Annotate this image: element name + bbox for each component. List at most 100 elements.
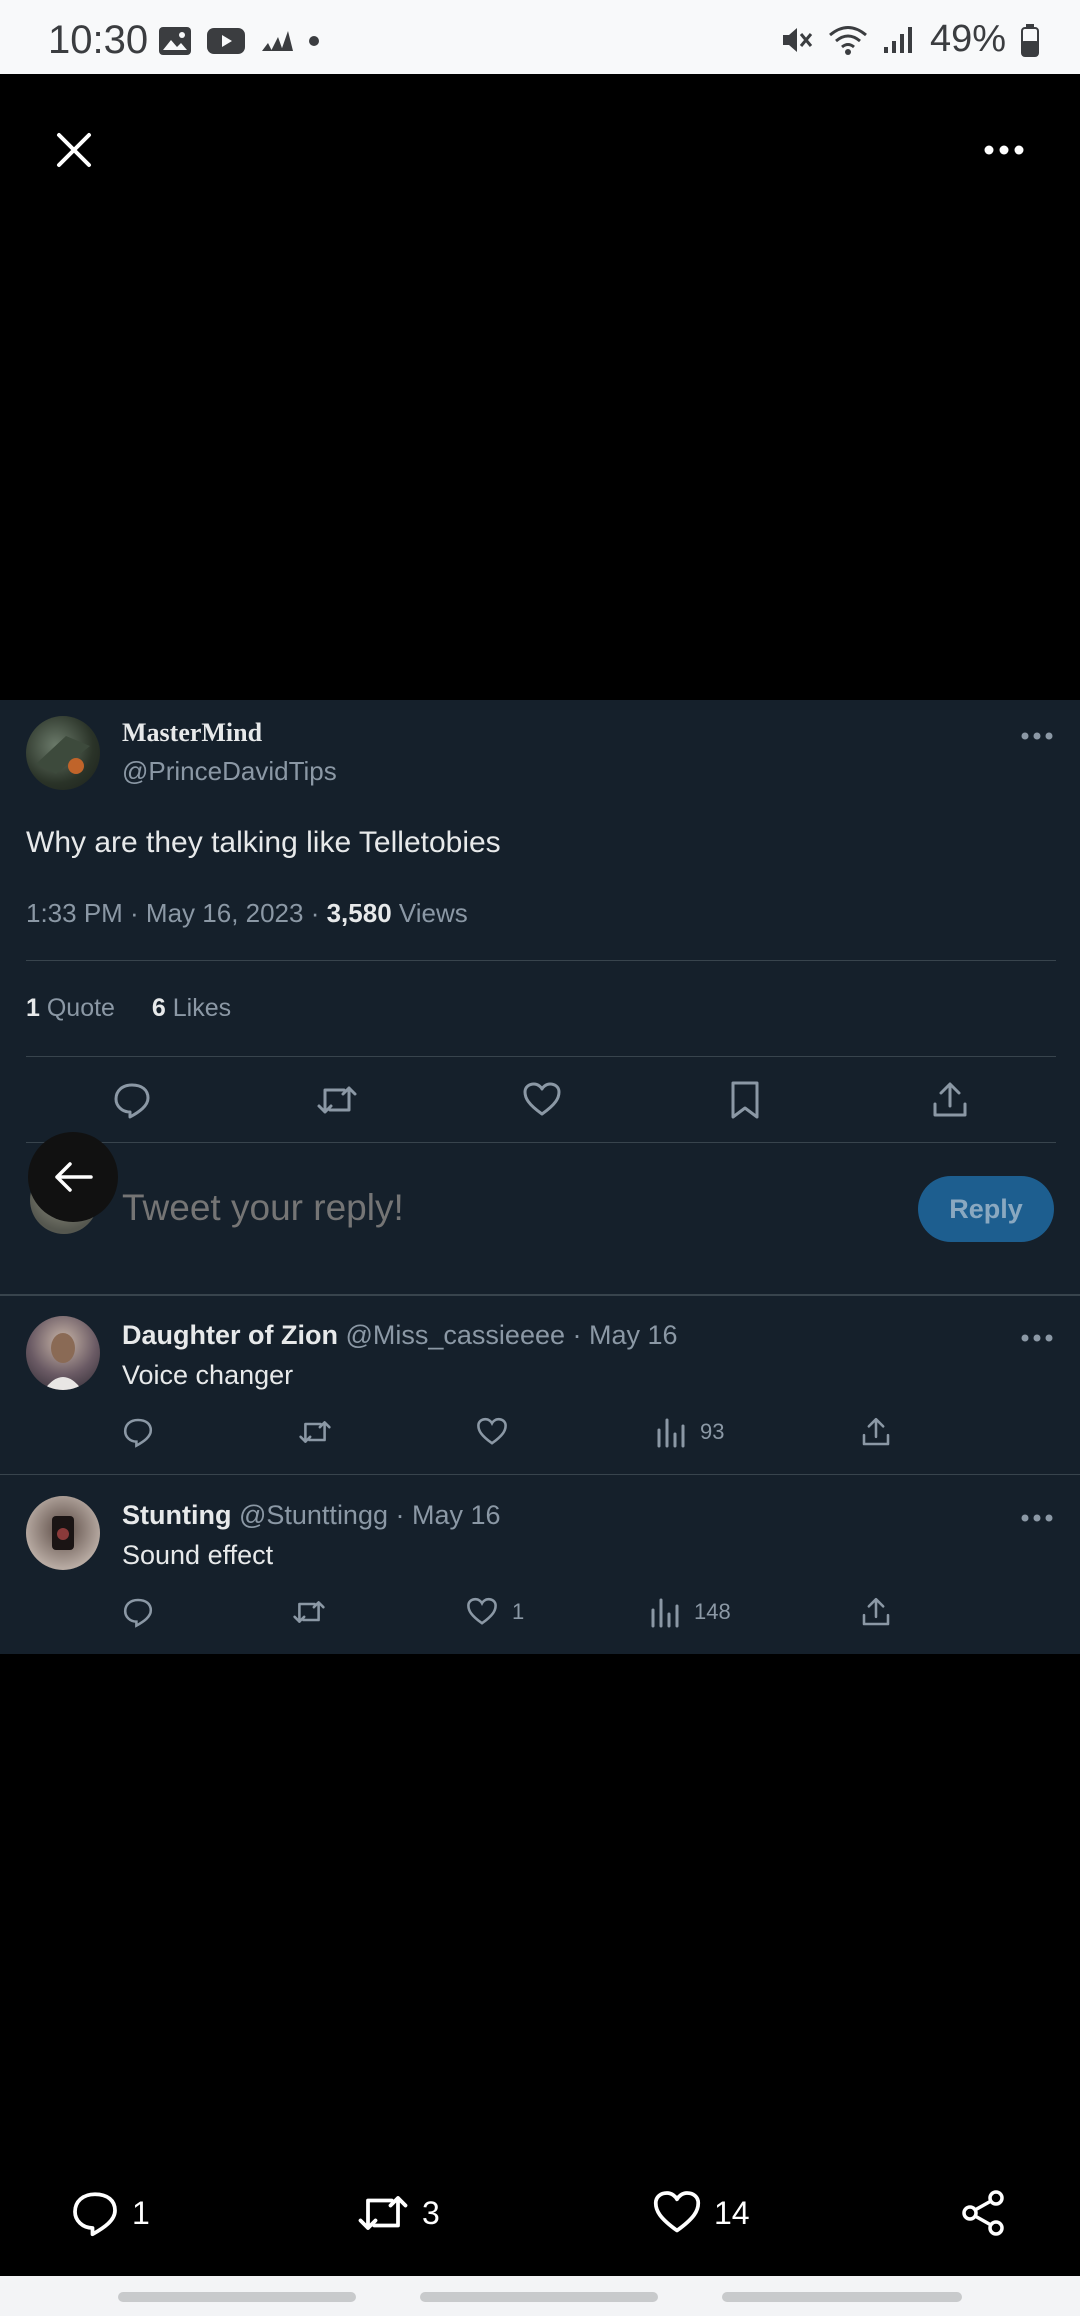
mute-icon [782, 27, 813, 52]
bottom-share-action[interactable] [958, 2188, 1008, 2238]
reply-views-count: 93 [700, 1419, 725, 1444]
reply-avatar[interactable] [26, 1496, 100, 1570]
reply-icon [123, 1418, 153, 1448]
quote-stat[interactable]: 1 Quote [26, 994, 115, 1022]
views-count: 3,580 [326, 898, 392, 928]
tweet-timestamp: 1:33 PM · May 16, 2023 · [26, 898, 327, 928]
retweet-icon [358, 2196, 408, 2230]
reply-item[interactable]: Daughter of Zion @Miss_cassieeee · May 1… [0, 1296, 1080, 1474]
analytics-icon [651, 1598, 679, 1628]
battery-percent: 49% [929, 18, 1006, 60]
reply-icon [114, 1083, 150, 1119]
more-icon [984, 145, 1024, 155]
bottom-reply-action[interactable]: 1 [70, 2188, 150, 2238]
divider [26, 960, 1056, 961]
reply-item[interactable]: Stunting @Stunttingg · May 16 Sound effe… [0, 1476, 1080, 1654]
reply-retweet-action[interactable] [292, 1596, 326, 1628]
likes-stat[interactable]: 6 Likes [152, 994, 231, 1022]
divider [0, 1474, 1080, 1475]
status-time: 10:30 [48, 18, 149, 62]
retweet-icon [299, 1421, 331, 1443]
arrow-left-icon [55, 1162, 93, 1192]
reply-header: Stunting @Stunttingg · May 16 [122, 1500, 501, 1531]
divider [26, 1056, 1056, 1057]
like-action[interactable] [522, 1080, 562, 1120]
adidas-icon [262, 31, 293, 51]
reply-like-action[interactable]: 1 [466, 1596, 524, 1628]
reply-author-handle[interactable]: @Miss_cassieeee [346, 1320, 566, 1350]
tweet-card: MasterMind @PrinceDavidTips Why are they… [0, 700, 1080, 1654]
reply-retweet-action[interactable] [298, 1416, 332, 1448]
share-nodes-icon [962, 2190, 1004, 2236]
quote-label: Quote [39, 994, 115, 1022]
reply-text: Sound effect [122, 1540, 274, 1570]
analytics-icon [657, 1418, 685, 1448]
close-icon [57, 133, 91, 167]
reply-views-action[interactable]: 148 [650, 1596, 731, 1628]
reply-reply-action[interactable] [122, 1416, 154, 1448]
reply-button[interactable]: Reply [918, 1176, 1054, 1242]
status-notification-icons [158, 26, 320, 56]
tweet-stats: 1 Quote 6 Likes [26, 994, 231, 1023]
divider [26, 1142, 1056, 1143]
reply-reply-action[interactable] [122, 1596, 154, 1628]
youtube-icon [207, 28, 245, 54]
bottom-retweet-count: 3 [422, 2194, 440, 2231]
bottom-reply-count: 1 [132, 2194, 150, 2231]
reply-like-action[interactable] [476, 1416, 522, 1448]
system-nav-bar [0, 2276, 1080, 2316]
tweet-text: Why are they talking like Telletobies [26, 826, 501, 859]
nav-back[interactable] [722, 2292, 962, 2302]
bottom-retweet-action[interactable]: 3 [356, 2188, 440, 2238]
likes-label: Likes [165, 994, 232, 1022]
battery-icon [1021, 23, 1039, 57]
heart-icon [653, 2191, 701, 2233]
reply-date: · May 16 [565, 1320, 678, 1350]
nav-recents[interactable] [118, 2292, 356, 2302]
back-button[interactable] [28, 1132, 118, 1222]
retweet-icon [317, 1086, 357, 1114]
reply-icon [73, 2192, 117, 2237]
reply-input[interactable] [122, 1180, 782, 1236]
reply-action[interactable] [112, 1080, 152, 1120]
bookmark-action[interactable] [728, 1080, 762, 1120]
status-right: 49% [780, 18, 1040, 61]
share-icon [862, 1597, 890, 1626]
author-avatar[interactable] [26, 716, 100, 790]
reply-more-icon[interactable] [1020, 1512, 1054, 1524]
quote-count: 1 [26, 994, 40, 1022]
reply-author-name[interactable]: Stunting [122, 1500, 231, 1530]
reply-text: Voice changer [122, 1360, 294, 1390]
bookmark-icon [731, 1081, 759, 1119]
reply-more-icon[interactable] [1020, 1332, 1054, 1344]
retweet-action[interactable] [316, 1080, 358, 1120]
reply-author-name[interactable]: Daughter of Zion [122, 1320, 338, 1350]
reply-avatar[interactable] [26, 1316, 100, 1390]
close-button[interactable] [48, 124, 100, 176]
nav-home[interactable] [420, 2292, 658, 2302]
share-icon [933, 1082, 967, 1117]
share-icon [862, 1417, 890, 1446]
gallery-icon [159, 27, 191, 55]
bottom-like-action[interactable]: 14 [652, 2188, 750, 2238]
views-label: Views [391, 898, 468, 928]
reply-like-count: 1 [512, 1599, 525, 1624]
heart-icon [477, 1417, 507, 1445]
reply-share-action[interactable] [860, 1596, 892, 1628]
reply-icon [123, 1598, 153, 1628]
reply-header: Daughter of Zion @Miss_cassieeee · May 1… [122, 1320, 678, 1351]
author-handle[interactable]: @PrinceDavidTips [122, 756, 337, 787]
more-options-button[interactable] [976, 124, 1032, 176]
tweet-meta: 1:33 PM · May 16, 2023 · 3,580 Views [26, 898, 468, 929]
heart-icon [467, 1597, 497, 1625]
heart-icon [523, 1082, 561, 1116]
likes-count: 6 [151, 994, 166, 1022]
share-action[interactable] [930, 1080, 970, 1120]
reply-share-action[interactable] [860, 1416, 892, 1448]
tweet-more-icon[interactable] [1020, 730, 1054, 742]
reply-date: · May 16 [388, 1500, 501, 1530]
author-name[interactable]: MasterMind [122, 718, 262, 748]
reply-views-action[interactable]: 93 [656, 1416, 724, 1448]
reply-views-count: 148 [694, 1599, 731, 1624]
reply-author-handle[interactable]: @Stunttingg [239, 1500, 388, 1530]
